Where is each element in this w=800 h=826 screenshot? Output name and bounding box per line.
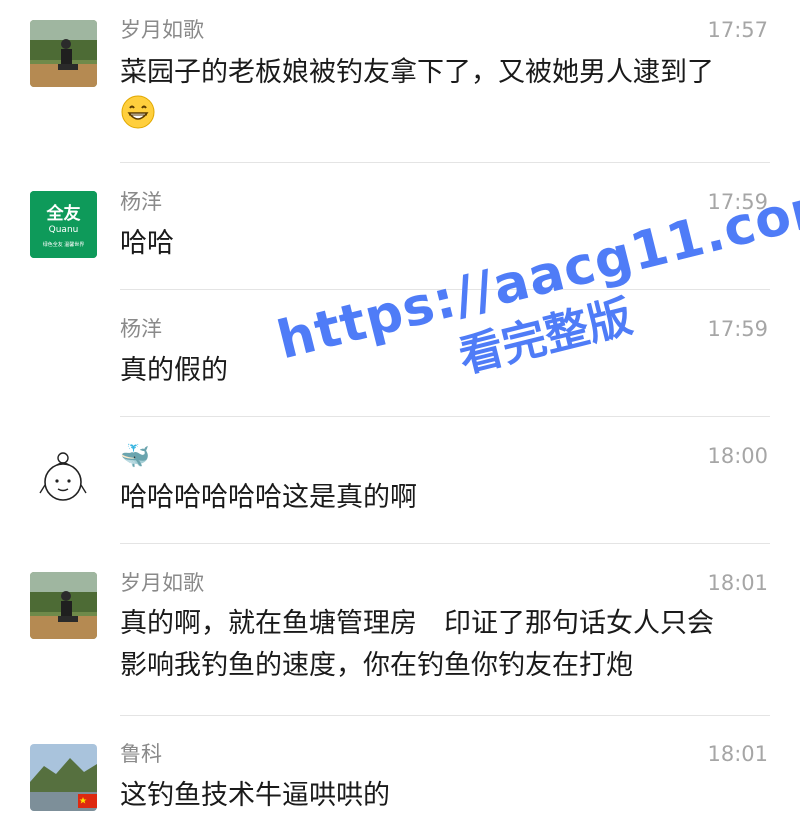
svg-text:全友: 全友 — [46, 203, 81, 224]
quanu-logo-avatar: 全友 Quanu 绿色全友 温馨世界 — [30, 191, 97, 258]
divider — [120, 162, 770, 163]
message-text-line: 影响我钓鱼的速度，你在钓鱼你钓友在打炮 — [120, 650, 633, 681]
message-text: 真的啊，就在鱼塘管理房 印证了那句话女人只会 影响我钓鱼的速度，你在钓鱼你钓友在… — [120, 603, 775, 687]
message-text: 哈哈 — [120, 228, 174, 259]
message-text: 菜园子的老板娘被钓友拿下了，又被她男人逮到了 — [120, 52, 775, 143]
avatar[interactable]: 全友 Quanu 绿色全友 温馨世界 — [30, 191, 97, 258]
timestamp: 18:01 — [707, 571, 768, 595]
sender-name: 杨洋 — [120, 317, 162, 341]
landscape-avatar-with-flag — [30, 744, 97, 811]
timestamp: 17:59 — [707, 190, 768, 214]
sender-name: 🐳 — [120, 442, 150, 470]
svg-text:Quanu: Quanu — [49, 225, 79, 235]
divider — [120, 289, 770, 290]
avatar[interactable] — [30, 20, 97, 87]
avatar[interactable] — [30, 572, 97, 639]
message-text: 哈哈哈哈哈哈这是真的啊 — [120, 482, 417, 513]
timestamp: 18:01 — [707, 742, 768, 766]
cartoon-face-avatar — [30, 445, 97, 512]
sender-name: 岁月如歌 — [120, 571, 204, 595]
avatar[interactable] — [30, 744, 97, 811]
timestamp: 17:57 — [707, 18, 768, 42]
message-text-line: 菜园子的老板娘被钓友拿下了，又被她男人逮到了 — [120, 57, 714, 88]
grinning-face-emoji — [120, 94, 156, 143]
photo-avatar-man-outdoors — [30, 572, 97, 639]
photo-avatar-man-outdoors — [30, 20, 97, 87]
timestamp: 18:00 — [707, 444, 768, 468]
divider — [120, 416, 770, 417]
message-text-line: 真的啊，就在鱼塘管理房 印证了那句话女人只会 — [120, 608, 714, 639]
avatar[interactable] — [30, 445, 97, 512]
svg-text:绿色全友 温馨世界: 绿色全友 温馨世界 — [43, 241, 85, 248]
message-text: 这钓鱼技术牛逼哄哄的 — [120, 780, 390, 811]
sender-name: 杨洋 — [120, 190, 162, 214]
message-text: 真的假的 — [120, 355, 228, 386]
divider — [120, 715, 770, 716]
timestamp: 17:59 — [707, 317, 768, 341]
sender-name: 岁月如歌 — [120, 18, 204, 42]
divider — [120, 543, 770, 544]
sender-name: 鲁科 — [120, 742, 162, 766]
